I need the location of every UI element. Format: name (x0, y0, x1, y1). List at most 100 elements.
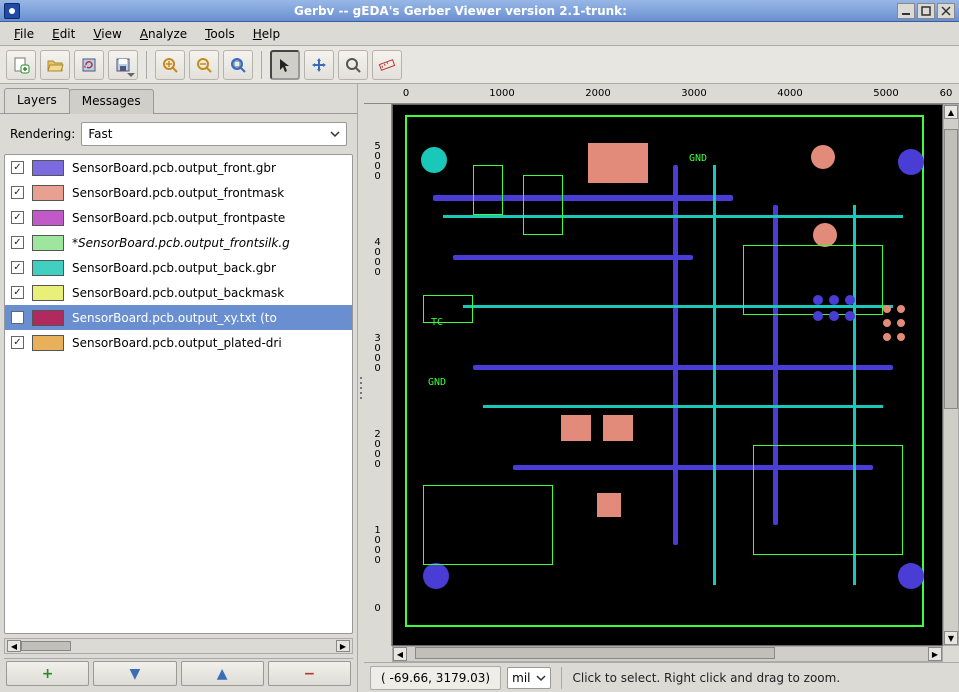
chevron-down-icon (330, 129, 340, 139)
layer-row[interactable]: ✓ *SensorBoard.pcb.output_frontsilk.g (5, 230, 352, 255)
menu-file[interactable]: File (6, 24, 42, 44)
scroll-left-icon[interactable]: ◀ (7, 640, 21, 652)
menu-help[interactable]: Help (245, 24, 288, 44)
canvas-hscrollbar[interactable]: ◀ ▶ (392, 646, 943, 662)
layer-checkbox[interactable]: ✓ (11, 211, 24, 224)
close-button[interactable] (937, 3, 955, 19)
ruler-tick: 0 (364, 604, 391, 614)
sidebar-hscrollbar[interactable]: ◀ ▶ (4, 638, 353, 654)
menu-view[interactable]: View (85, 24, 129, 44)
new-button[interactable] (6, 50, 36, 80)
zoom-fit-button[interactable] (223, 50, 253, 80)
open-button[interactable] (40, 50, 70, 80)
app-icon (4, 3, 20, 19)
chevron-down-icon (536, 673, 546, 683)
add-layer-button[interactable]: + (6, 661, 89, 686)
layer-swatch[interactable] (32, 335, 64, 351)
layer-name: *SensorBoard.pcb.output_frontsilk.g (72, 236, 346, 250)
menu-tools[interactable]: Tools (197, 24, 243, 44)
scroll-down-icon[interactable]: ▼ (944, 631, 958, 645)
ruler-tick: 2000 (585, 88, 610, 99)
layer-swatch[interactable] (32, 235, 64, 251)
scroll-thumb[interactable] (415, 647, 775, 659)
layer-action-buttons: + ▼ ▲ − (4, 658, 353, 688)
pcb-label: GND (428, 377, 446, 388)
ruler-tick: 2000 (364, 430, 391, 470)
layer-name: SensorBoard.pcb.output_backmask (72, 286, 346, 300)
toolbar-separator (261, 51, 262, 79)
tab-layers[interactable]: Layers (4, 88, 70, 113)
layer-swatch[interactable] (32, 160, 64, 176)
layer-checkbox[interactable]: ✓ (11, 261, 24, 274)
pan-tool-button[interactable] (304, 50, 334, 80)
rendering-combo[interactable]: Fast (81, 122, 347, 146)
unit-value: mil (512, 671, 530, 685)
layer-row[interactable]: ✓ SensorBoard.pcb.output_frontpaste (5, 205, 352, 230)
pcb-label: GND (689, 153, 707, 164)
pcb-canvas[interactable]: GND GND TC (392, 104, 943, 646)
scroll-right-icon[interactable]: ▶ (928, 647, 942, 661)
toolbar (0, 46, 959, 84)
window-titlebar: Gerbv -- gEDA's Gerber Viewer version 2.… (0, 0, 959, 22)
pointer-tool-button[interactable] (270, 50, 300, 80)
pcb-label: TC (431, 317, 443, 328)
ruler-tick: 3000 (364, 334, 391, 374)
zoom-tool-button[interactable] (338, 50, 368, 80)
rendering-value: Fast (88, 127, 112, 141)
scroll-thumb[interactable] (21, 641, 71, 651)
ruler-tick: 4000 (777, 88, 802, 99)
layer-row[interactable]: ✓ SensorBoard.pcb.output_frontmask (5, 180, 352, 205)
scroll-up-icon[interactable]: ▲ (944, 105, 958, 119)
ruler-tick: 0 (403, 88, 409, 99)
layer-swatch[interactable] (32, 310, 64, 326)
layer-list[interactable]: ✓ SensorBoard.pcb.output_front.gbr ✓ Sen… (4, 154, 353, 634)
zoom-in-button[interactable] (155, 50, 185, 80)
main-body: Layers Messages Rendering: Fast ✓ Sensor… (0, 84, 959, 692)
scroll-left-icon[interactable]: ◀ (393, 647, 407, 661)
layer-name: SensorBoard.pcb.output_frontpaste (72, 211, 346, 225)
ruler-tick: 1000 (364, 526, 391, 566)
ruler-horizontal: 0 1000 2000 3000 4000 5000 60 (364, 84, 959, 104)
layer-swatch[interactable] (32, 260, 64, 276)
unit-combo[interactable]: mil (507, 667, 551, 689)
maximize-button[interactable] (917, 3, 935, 19)
layer-row[interactable]: ✓ SensorBoard.pcb.output_back.gbr (5, 255, 352, 280)
ruler-tick: 4000 (364, 238, 391, 278)
menu-analyze[interactable]: Analyze (132, 24, 195, 44)
remove-layer-button[interactable]: − (268, 661, 351, 686)
scroll-thumb[interactable] (944, 129, 958, 409)
minimize-button[interactable] (897, 3, 915, 19)
revert-button[interactable] (74, 50, 104, 80)
zoom-out-button[interactable] (189, 50, 219, 80)
canvas-vscrollbar[interactable]: ▲ ▼ (943, 104, 959, 646)
layer-name: SensorBoard.pcb.output_frontmask (72, 186, 346, 200)
menu-edit[interactable]: Edit (44, 24, 83, 44)
toolbar-separator (146, 51, 147, 79)
move-up-button[interactable]: ▲ (181, 661, 264, 686)
layer-row[interactable]: ✓ SensorBoard.pcb.output_plated-dri (5, 330, 352, 355)
statusbar: ( -69.66, 3179.03) mil Click to select. … (364, 662, 959, 692)
ruler-tick: 1000 (489, 88, 514, 99)
scroll-right-icon[interactable]: ▶ (336, 640, 350, 652)
layer-swatch[interactable] (32, 210, 64, 226)
layer-swatch[interactable] (32, 185, 64, 201)
layer-row[interactable]: ✓ SensorBoard.pcb.output_front.gbr (5, 155, 352, 180)
layer-row[interactable]: ✓ SensorBoard.pcb.output_backmask (5, 280, 352, 305)
layer-row[interactable]: SensorBoard.pcb.output_xy.txt (to (5, 305, 352, 330)
layer-name: SensorBoard.pcb.output_plated-dri (72, 336, 346, 350)
layer-checkbox[interactable]: ✓ (11, 236, 24, 249)
measure-tool-button[interactable] (372, 50, 402, 80)
ruler-tick: 5000 (364, 142, 391, 182)
layer-checkbox[interactable]: ✓ (11, 161, 24, 174)
ruler-vertical: 5000 4000 3000 2000 1000 0 (364, 104, 392, 646)
move-down-button[interactable]: ▼ (93, 661, 176, 686)
layer-swatch[interactable] (32, 285, 64, 301)
layer-checkbox[interactable]: ✓ (11, 186, 24, 199)
layer-checkbox[interactable]: ✓ (11, 286, 24, 299)
sidebar-tabs: Layers Messages (0, 88, 357, 114)
layer-checkbox[interactable]: ✓ (11, 336, 24, 349)
save-button[interactable] (108, 50, 138, 80)
sidebar: Layers Messages Rendering: Fast ✓ Sensor… (0, 84, 358, 692)
tab-messages[interactable]: Messages (69, 89, 154, 114)
layer-checkbox[interactable] (11, 311, 24, 324)
